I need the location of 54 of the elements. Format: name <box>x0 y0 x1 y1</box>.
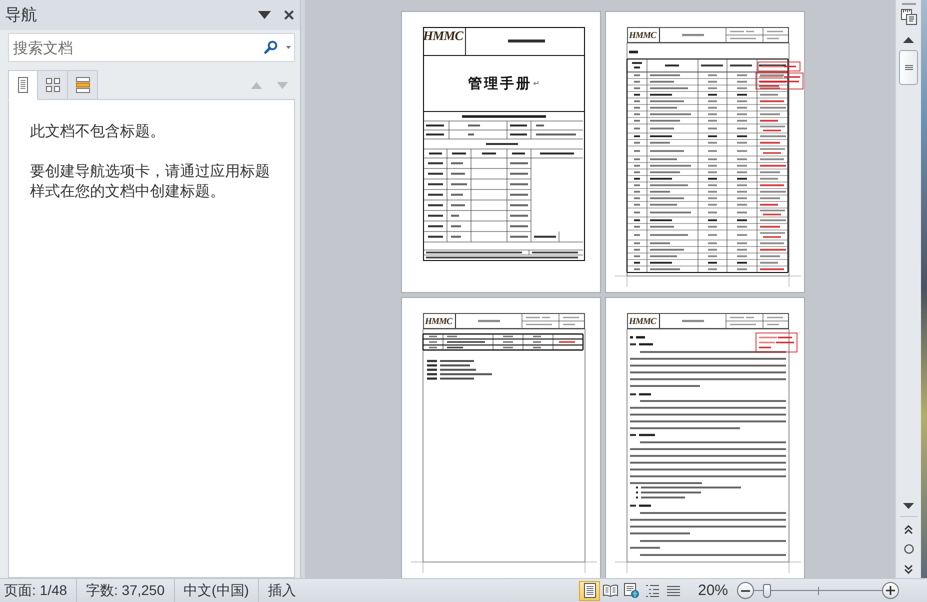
page-number-indicator[interactable]: 页面: 1/48 <box>0 579 78 602</box>
zoom-out-button[interactable] <box>737 582 754 599</box>
triangle-down-icon <box>258 11 271 19</box>
search-icon <box>264 40 278 54</box>
list-icon <box>76 77 90 93</box>
document-title: 管理手册 <box>468 74 532 92</box>
open-book-icon <box>603 584 618 597</box>
close-icon <box>284 10 294 20</box>
logo-text: HMMC <box>628 28 660 42</box>
page-icon <box>584 583 596 598</box>
close-button[interactable] <box>284 10 294 20</box>
grip-icon <box>904 65 912 70</box>
circle-icon <box>904 544 914 554</box>
ruler-icon <box>900 9 916 25</box>
lines-icon <box>667 584 680 596</box>
zoom-in-button[interactable] <box>882 582 899 599</box>
pane-options-button[interactable] <box>258 11 271 19</box>
zoom-level-button[interactable]: 20% <box>698 582 737 599</box>
pane-tab[interactable] <box>68 70 98 100</box>
view-button[interactable] <box>621 580 642 600</box>
pane-tab[interactable] <box>8 70 38 100</box>
outline-icon <box>646 584 659 597</box>
scroll-thumb[interactable] <box>899 50 918 85</box>
web-page-icon <box>624 583 639 598</box>
search-field[interactable]: 搜索文档 <box>8 33 295 62</box>
ruler-button[interactable] <box>900 8 916 26</box>
insert-mode-indicator[interactable]: 插入 <box>258 579 305 602</box>
triangle-down-icon <box>277 82 288 88</box>
triangle-up-icon <box>903 37 914 43</box>
caret-icon <box>286 46 291 49</box>
double-chevron-down-icon <box>904 564 913 574</box>
paragraph-mark: ↵ <box>533 78 540 88</box>
slider-thumb[interactable] <box>762 584 771 598</box>
page-icon <box>18 77 28 93</box>
header-text-drawing <box>508 40 545 42</box>
logo-text: HMMC <box>424 314 456 328</box>
info-text: 此文档不包含标题。 <box>30 121 166 141</box>
triangle-up-icon <box>251 82 262 88</box>
info-text: 要创建导航选项卡，请通过应用标题样式在您的文档中创建标题。 <box>30 161 271 201</box>
plus-icon <box>886 586 895 595</box>
search-button[interactable] <box>264 40 278 54</box>
comment-box <box>756 332 798 352</box>
double-chevron-up-icon <box>904 524 913 534</box>
word-count-indicator[interactable]: 字数: 37,250 <box>77 579 175 602</box>
triangle-down-icon <box>903 503 914 509</box>
pane-title: 导航 <box>5 5 38 25</box>
pane-tab[interactable] <box>38 70 68 100</box>
language-indicator[interactable]: 中文(中国) <box>174 579 259 602</box>
text-lines-drawing <box>427 360 492 380</box>
minus-icon <box>741 590 750 592</box>
logo-text: HMMC <box>628 314 660 328</box>
view-button[interactable] <box>579 580 600 600</box>
grid-icon <box>46 78 60 92</box>
search-options-button[interactable] <box>286 46 291 49</box>
